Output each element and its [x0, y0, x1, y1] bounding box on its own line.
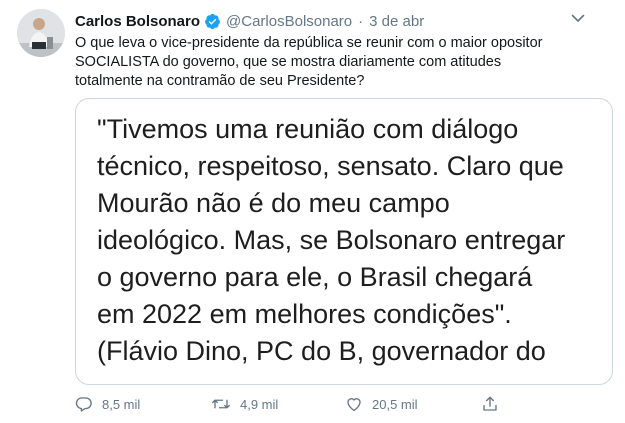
author-handle[interactable]: @CarlosBolsonaro — [226, 13, 352, 30]
media-quote-line: o governo para ele, o Brasil chegará — [97, 262, 533, 292]
tweet-text-line: SOCIALISTA do governo, que se mostra dia… — [75, 54, 502, 70]
tweet-text: O que leva o vice-presidente da repúblic… — [75, 34, 575, 91]
tweet-header: Carlos Bolsonaro @CarlosBolsonaro · 3 de… — [75, 10, 424, 32]
share-icon — [481, 395, 499, 413]
reply-button[interactable]: 8,5 mil — [75, 392, 140, 416]
author-name[interactable]: Carlos Bolsonaro — [75, 13, 200, 30]
media-quote-text: "Tivemos uma reunião com diálogo técnico… — [97, 111, 612, 370]
tweet-card: Carlos Bolsonaro @CarlosBolsonaro · 3 de… — [0, 0, 625, 423]
media-quote-line: em 2022 em melhores condições". — [97, 299, 512, 329]
media-quote-line: Mourão não é do meu campo — [97, 188, 450, 218]
chevron-down-icon[interactable] — [568, 9, 588, 27]
avatar[interactable] — [17, 9, 65, 57]
tweet-actions: 8,5 mil 4,9 mil 20,5 mil — [75, 392, 515, 416]
share-button[interactable] — [481, 392, 499, 416]
tweet-media-image[interactable]: "Tivemos uma reunião com diálogo técnico… — [75, 98, 613, 385]
like-count: 20,5 mil — [372, 396, 418, 412]
media-quote-line: técnico, respeitoso, sensato. Claro que — [97, 151, 564, 181]
header-separator: · — [358, 12, 364, 30]
tweet-text-line: totalmente na contramão de seu President… — [75, 73, 365, 89]
media-quote-line: (Flávio Dino, PC do B, governador do — [97, 336, 546, 366]
reply-icon — [75, 395, 93, 413]
heart-icon — [345, 395, 363, 413]
media-quote-line: ideológico. Mas, se Bolsonaro entregar — [97, 225, 566, 255]
verified-badge-icon — [204, 13, 221, 30]
retweet-button[interactable]: 4,9 mil — [211, 392, 278, 416]
tweet-text-line: O que leva o vice-presidente da repúblic… — [75, 35, 543, 51]
tweet-date[interactable]: 3 de abr — [369, 13, 424, 30]
retweet-icon — [211, 395, 231, 413]
media-quote-line: "Tivemos uma reunião com diálogo — [97, 114, 519, 144]
like-button[interactable]: 20,5 mil — [345, 392, 418, 416]
retweet-count: 4,9 mil — [240, 396, 279, 412]
avatar-image — [17, 9, 65, 57]
reply-count: 8,5 mil — [102, 396, 141, 412]
